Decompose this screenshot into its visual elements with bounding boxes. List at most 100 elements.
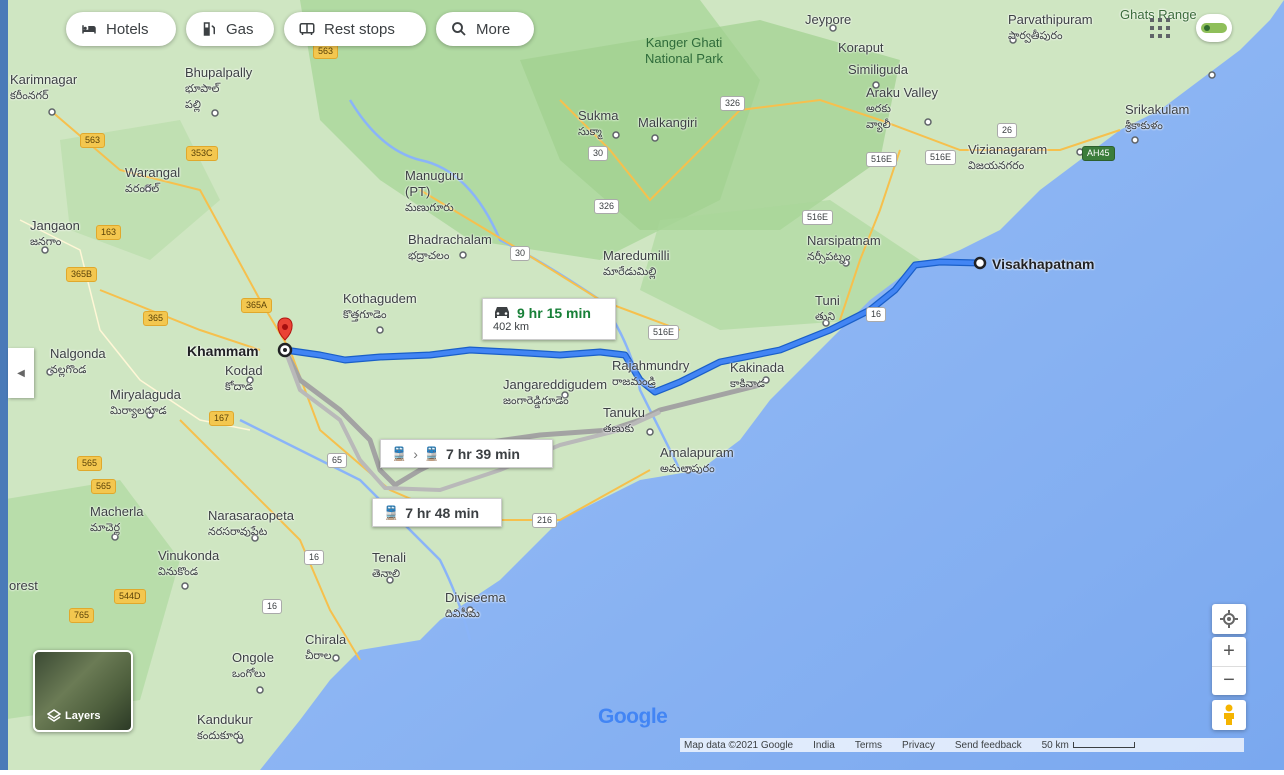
transit1-duration: 7 hr 39 min bbox=[446, 445, 520, 462]
zoom-in-button[interactable]: + bbox=[1212, 637, 1246, 667]
city-miryalaguda: Miryalaguda మిర్యాలగూడ bbox=[110, 387, 181, 417]
city-rajahmundry: Rajahmundry రాజమండ్రి bbox=[612, 358, 690, 388]
rest-stops-chip[interactable]: Rest stops bbox=[284, 12, 426, 46]
send-feedback-link[interactable]: Send feedback bbox=[955, 740, 1022, 751]
city-srikakulam: Srikakulam శ్రీకాకుళం bbox=[1125, 102, 1190, 132]
gas-chip[interactable]: Gas bbox=[186, 12, 274, 46]
road-shield: 765 bbox=[69, 608, 95, 623]
apps-grid-icon[interactable] bbox=[1150, 18, 1170, 43]
road-shield: 365A bbox=[241, 298, 273, 313]
my-location-button[interactable] bbox=[1212, 604, 1246, 634]
city-narsipatnam: Narsipatnam నర్సీపట్నం bbox=[807, 233, 881, 263]
road-shield: 163 bbox=[96, 225, 122, 240]
attribution-bar: Map data ©2021 Google India Terms Privac… bbox=[680, 738, 1244, 752]
layers-button[interactable]: Layers bbox=[33, 650, 133, 732]
zoom-out-button[interactable]: − bbox=[1212, 667, 1246, 696]
hotels-chip[interactable]: Hotels bbox=[66, 12, 176, 46]
road-shield: 326 bbox=[594, 199, 620, 214]
train-icon: 🚆 bbox=[391, 445, 408, 461]
city-malkangiri: Malkangiri bbox=[638, 115, 698, 130]
city-koraput: Koraput bbox=[838, 40, 884, 55]
city-jeypore: Jeypore bbox=[805, 12, 852, 27]
edge-forest-label: orest bbox=[9, 578, 38, 593]
road-shield: 516E bbox=[925, 150, 957, 165]
road-shield: 365 bbox=[143, 311, 169, 326]
train-icon: 🚆 bbox=[423, 445, 441, 461]
road-shield: AH45 bbox=[1082, 146, 1115, 161]
city-amalapuram: Amalapuram అమలాపురం bbox=[660, 445, 734, 475]
city-kothagudem: Kothagudem కొత్తగూడెం bbox=[343, 291, 417, 321]
road-shield: 365B bbox=[66, 267, 98, 282]
city-macherla: Macherla మాచెర్ల bbox=[90, 504, 144, 534]
pegman-button[interactable] bbox=[1212, 700, 1246, 730]
origin-label: Khammam bbox=[187, 343, 259, 359]
transit2-duration: 7 hr 48 min bbox=[405, 504, 480, 521]
city-kandukur: Kandukur కందుకూరు bbox=[197, 712, 253, 742]
road-shield: 516E bbox=[648, 325, 680, 340]
drive-distance: 402 km bbox=[493, 321, 530, 333]
road-shield: 16 bbox=[262, 599, 283, 614]
park-label: Kanger Ghati National Park bbox=[645, 35, 724, 66]
road-shield: 30 bbox=[510, 246, 531, 261]
terms-link[interactable]: Terms bbox=[855, 740, 882, 751]
city-bhupalpally: Bhupalpally భూపాల్ పల్లి bbox=[185, 65, 253, 111]
road-shield: 565 bbox=[91, 479, 117, 494]
city-nalgonda: Nalgonda నల్లగొండ bbox=[50, 346, 106, 376]
road-shield: 65 bbox=[327, 453, 348, 468]
city-diviseema: Diviseema దివిసీమ bbox=[445, 590, 506, 620]
road-shield: 326 bbox=[720, 96, 746, 111]
privacy-link[interactable]: Privacy bbox=[902, 740, 935, 751]
side-panel-edge bbox=[0, 0, 8, 770]
city-maredumilli: Maredumilli మారేడుమిల్లి bbox=[603, 248, 670, 278]
region-link[interactable]: India bbox=[813, 740, 835, 751]
more-chip[interactable]: More bbox=[436, 12, 534, 46]
account-avatar[interactable] bbox=[1196, 14, 1232, 42]
chevron-left-icon: ◀ bbox=[17, 367, 25, 379]
city-bhadrachalam: Bhadrachalam భద్రాచలం bbox=[408, 232, 492, 262]
pegman-icon bbox=[1224, 704, 1234, 725]
road-shield: 353C bbox=[186, 146, 218, 161]
city-manuguru: Manuguru (PT) మణుగూరు bbox=[405, 168, 464, 214]
city-parvathipuram: Parvathipuram పార్వతీపురం bbox=[1008, 12, 1093, 42]
crosshair-icon bbox=[1220, 610, 1238, 628]
road-shield: 544D bbox=[114, 589, 146, 604]
map-data-text: Map data ©2021 Google bbox=[684, 739, 794, 751]
scale-bar[interactable]: 50 km bbox=[1042, 740, 1135, 751]
hotels-label: Hotels bbox=[106, 20, 149, 38]
road-shield: 563 bbox=[313, 44, 339, 59]
road-shield: 216 bbox=[532, 513, 558, 528]
city-jangareddigudem: Jangareddigudem జంగారెడ్డిగూడెం bbox=[503, 377, 608, 407]
drive-duration: 9 hr 15 min bbox=[517, 305, 591, 321]
road-shield: 516E bbox=[802, 210, 834, 225]
collapse-panel-button[interactable]: ◀ bbox=[8, 348, 34, 398]
city-kakinada: Kakinada కాకినాడ bbox=[730, 360, 785, 390]
transit-route-label-1[interactable]: 🚆 › 🚆 7 hr 39 min bbox=[380, 439, 553, 468]
chevron-right-icon: › bbox=[413, 445, 418, 462]
gas-station-icon bbox=[203, 22, 215, 36]
road-shield: 26 bbox=[997, 123, 1018, 138]
city-sukma: Sukma సుక్మా bbox=[578, 108, 619, 138]
road-shield: 516E bbox=[866, 152, 898, 167]
road-shield: 563 bbox=[80, 133, 106, 148]
city-jangaon: Jangaon జనగాం bbox=[30, 218, 80, 248]
road-shield: 565 bbox=[77, 456, 103, 471]
city-narasaraopeta: Narasaraopeta నరసరావుపేట bbox=[208, 508, 294, 538]
map-canvas[interactable]: Kanger Ghati National Park Ghats Range K… bbox=[0, 0, 1284, 770]
layers-icon bbox=[47, 709, 61, 722]
city-vinukonda: Vinukonda వినుకొండ bbox=[158, 548, 220, 578]
account-logo-icon bbox=[1201, 23, 1227, 33]
city-tenali: Tenali తెనాలి bbox=[372, 550, 406, 580]
city-vizianagaram: Vizianagaram విజయనగరం bbox=[968, 142, 1048, 172]
drive-route-label[interactable]: 9 hr 15 min 402 km bbox=[482, 298, 616, 340]
city-tuni: Tuni తుని bbox=[815, 293, 840, 323]
layers-label: Layers bbox=[65, 710, 101, 722]
road-shield: 16 bbox=[866, 307, 887, 322]
city-ongole: Ongole ఒంగోలు bbox=[232, 650, 274, 680]
city-tanuku: Tanuku తణుకు bbox=[603, 405, 645, 435]
city-araku: Araku Valley అరకు వ్యాలీ bbox=[866, 85, 939, 131]
search-icon bbox=[452, 22, 466, 36]
more-label: More bbox=[476, 20, 511, 38]
destination-label: Visakhapatnam bbox=[992, 256, 1095, 272]
rest-stops-label: Rest stops bbox=[324, 20, 395, 38]
transit-route-label-2[interactable]: 🚆 7 hr 48 min bbox=[372, 498, 502, 527]
